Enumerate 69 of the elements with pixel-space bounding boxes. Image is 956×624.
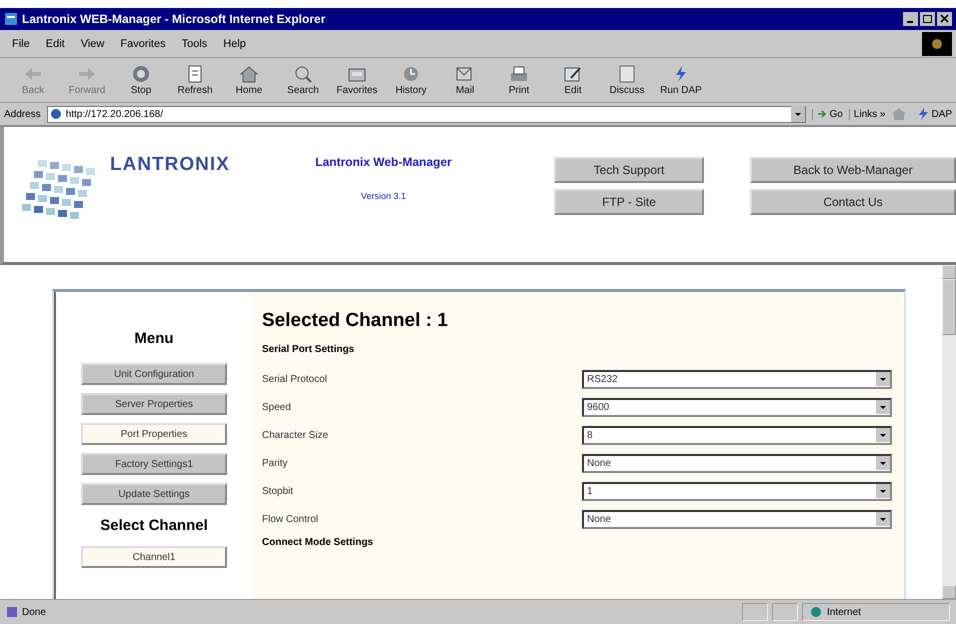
menu-button[interactable]: Port Properties	[81, 423, 227, 445]
menu-item[interactable]: Help	[223, 38, 246, 50]
menu-item[interactable]: View	[80, 38, 104, 50]
minimize-icon[interactable]	[903, 12, 918, 26]
links-button[interactable]: Links »	[848, 108, 886, 120]
version-text: Version 3.1	[360, 191, 406, 201]
menu-button[interactable]: Factory Settings1	[81, 453, 227, 475]
field-label: Stopbit	[262, 486, 294, 496]
toolbar-button[interactable]: Search	[278, 64, 328, 96]
toolbar-button[interactable]: Mail	[440, 64, 490, 96]
logo-text: LANTRONIX	[110, 154, 230, 176]
header-button[interactable]: Contact Us	[750, 189, 956, 215]
toolbar-button[interactable]: Discuss	[602, 64, 652, 96]
menu-button[interactable]: Update Settings	[81, 483, 227, 505]
dropdown[interactable]: 9600	[582, 398, 892, 416]
home-icon	[238, 64, 260, 84]
field-label: Speed	[262, 402, 292, 412]
channel-button[interactable]: Channel1	[81, 546, 227, 568]
toolbar-button[interactable]: Favorites	[332, 64, 382, 96]
window-title: Lantronix WEB-Manager - Microsoft Internet Explorer	[22, 12, 326, 26]
dropdown[interactable]: None	[582, 510, 892, 528]
toolbar-button[interactable]: Home	[224, 64, 274, 96]
menu-item[interactable]: Favorites	[120, 38, 166, 50]
toolbar-button[interactable]: Edit	[548, 64, 598, 96]
menu-item[interactable]: Edit	[46, 38, 65, 50]
page-heading: Selected Channel : 1	[262, 310, 449, 332]
header-button[interactable]: Back to Web-Manager	[750, 157, 956, 183]
header-button[interactable]: FTP - Site	[554, 189, 704, 215]
section-heading: Serial Port Settings	[262, 344, 356, 355]
menu-item[interactable]: File	[12, 38, 30, 50]
browser-icon	[4, 12, 18, 26]
address-field[interactable]: http://172.20.206.168/	[46, 106, 806, 122]
address-label: Address	[4, 108, 41, 120]
field-label: Character Size	[262, 430, 330, 440]
printer-icon	[508, 64, 530, 84]
lightning-icon	[917, 108, 930, 120]
toolbar-button[interactable]: History	[386, 64, 436, 96]
arrow-icon	[817, 109, 828, 119]
menu-item[interactable]: Tools	[182, 38, 208, 50]
menu-heading: Menu	[134, 330, 174, 347]
app-title: Lantronix Web-Manager	[315, 155, 452, 169]
status-panel	[772, 603, 798, 621]
dropdown[interactable]: 1	[582, 482, 892, 500]
globe-icon	[922, 32, 952, 56]
field-label: Parity	[262, 458, 289, 468]
globe-icon	[809, 606, 823, 618]
field-label: Flow Control	[262, 514, 320, 524]
status-panel	[742, 603, 768, 621]
menu-button[interactable]: Unit Configuration	[81, 363, 227, 385]
channel-heading: Select Channel	[100, 517, 208, 534]
toolbar-button[interactable]: Refresh	[170, 64, 220, 96]
toolbar-button[interactable]: Print	[494, 64, 544, 96]
scrollbar[interactable]	[942, 265, 956, 599]
maximize-icon[interactable]	[920, 12, 935, 26]
status-text: Done	[22, 606, 46, 618]
header-button[interactable]: Tech Support	[554, 157, 704, 183]
stop-icon	[130, 64, 152, 84]
section-heading: Connect Mode Settings	[262, 537, 374, 548]
menu-button[interactable]: Server Properties	[81, 393, 227, 415]
field-label: Serial Protocol	[262, 374, 328, 384]
dropdown[interactable]: None	[582, 454, 892, 472]
zone-text: Internet	[827, 606, 861, 618]
close-icon[interactable]	[937, 12, 952, 26]
dap-link[interactable]: DAP	[913, 108, 952, 120]
toolbar-button[interactable]: Run DAP	[656, 64, 706, 96]
dropdown[interactable]: RS232	[582, 370, 892, 388]
dropdown[interactable]: 8	[582, 426, 892, 444]
go-button[interactable]: Go	[812, 108, 843, 120]
toolbar-button[interactable]: Stop	[116, 64, 166, 96]
